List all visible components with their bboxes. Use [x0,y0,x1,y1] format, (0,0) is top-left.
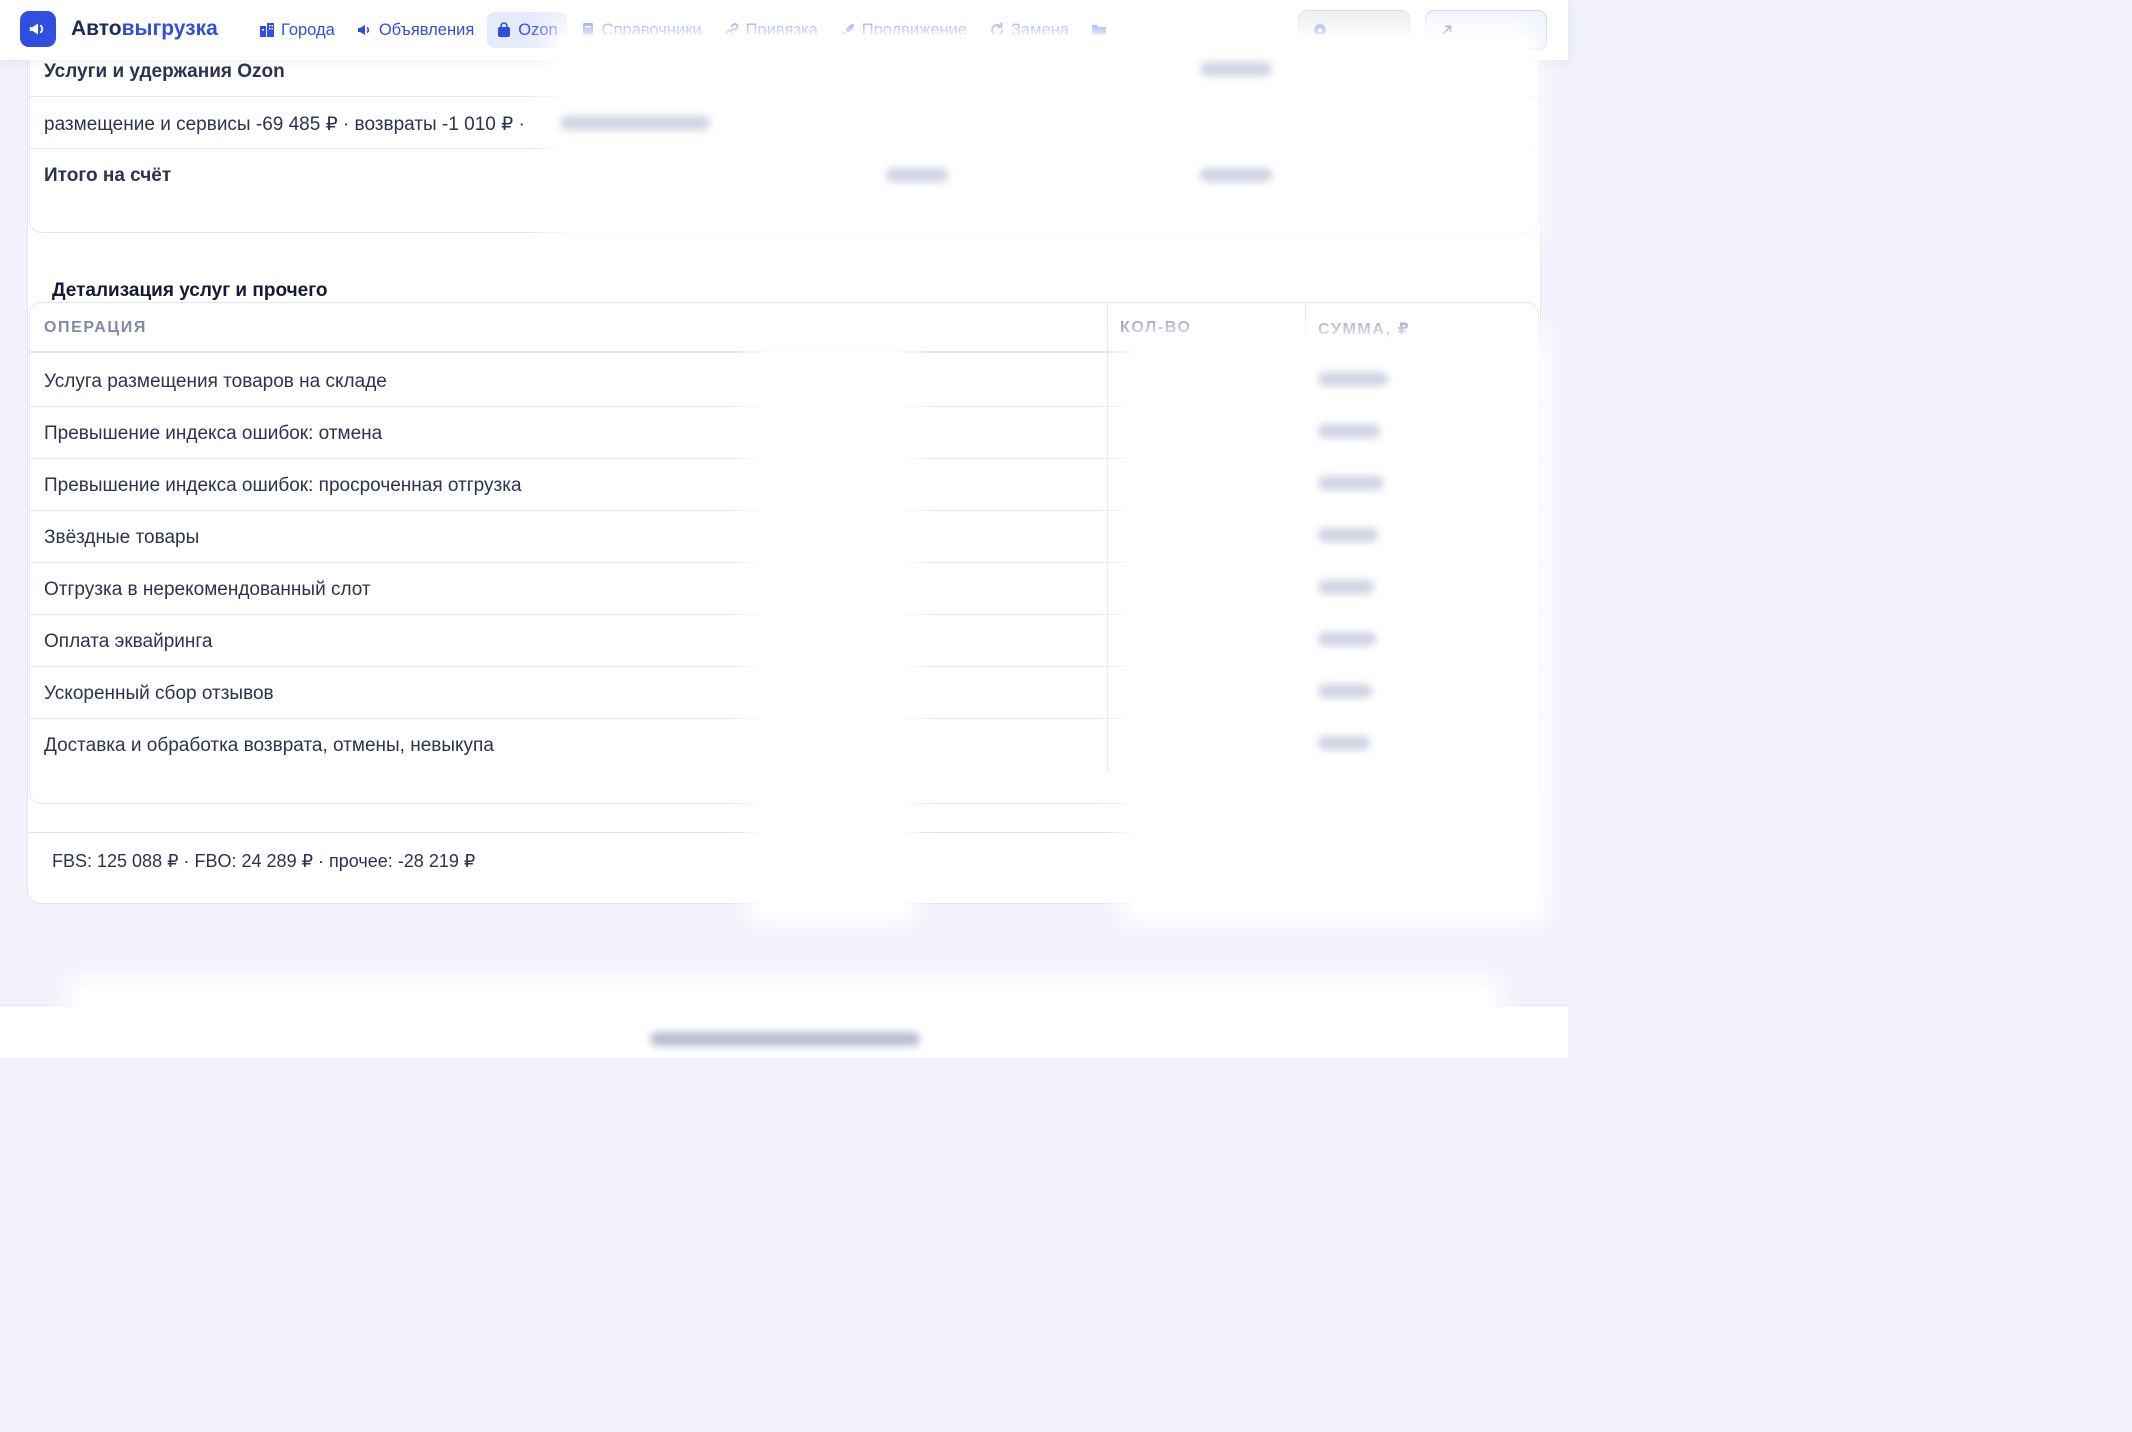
nav-item-ozon[interactable]: Ozon [487,12,567,48]
channel-totals: FBS: 125 088 ₽ · FBO: 24 289 ₽ · прочее:… [52,851,476,871]
nav-label-cities: Города [281,20,335,39]
brand-logo[interactable] [20,11,56,47]
nav-label-ozon: Ozon [518,20,558,39]
operation-name: Превышение индекса ошибок: отмена [44,423,383,444]
summary-services-title: Услуги и удержания Ozon [44,61,285,82]
operation-name: Услуга размещения товаров на складе [44,371,387,392]
bag-icon [498,22,511,37]
operation-name: Отгрузка в нерекомендованный слот [44,579,371,600]
summary-total-label: Итого на счёт [44,165,172,186]
megaphone-icon [29,23,44,35]
summary-services-breakdown: размещение и сервисы -69 485 ₽ · возврат… [44,114,525,135]
operation-name: Ускоренный сбор отзывов [44,683,274,704]
details-title: Детализация услуг и прочего [52,280,328,301]
city-icon [260,23,274,37]
brand-name[interactable]: Автовыгрузка [71,17,218,41]
blurred-values [650,1030,920,1048]
operation-name: Доставка и обработка возврата, отмены, н… [44,735,494,756]
column-header-sum[interactable]: СУММА, ₽ [1318,319,1410,339]
nav-item-cities[interactable]: Города [250,12,344,48]
operation-name: Звёздные товары [44,527,200,548]
column-header-quantity[interactable]: КОЛ-ВО [1120,319,1192,337]
operation-name: Оплата эквайринга [44,631,213,652]
obscured-region [560,34,1528,230]
brand-name-part1: Авто [71,17,122,40]
operation-name: Превышение индекса ошибок: просроченная … [44,475,522,496]
megaphone-icon [357,25,369,35]
obscured-region [80,988,1488,1024]
nav-label-ads: Объявления [378,20,475,39]
blurred-values [560,114,710,132]
column-header-operation[interactable]: ОПЕРАЦИЯ [44,319,147,337]
brand-name-part2: выгрузка [121,17,218,40]
blurred-values [886,166,948,184]
nav-item-ads[interactable]: Объявления [348,12,483,48]
obscured-region [760,352,904,912]
